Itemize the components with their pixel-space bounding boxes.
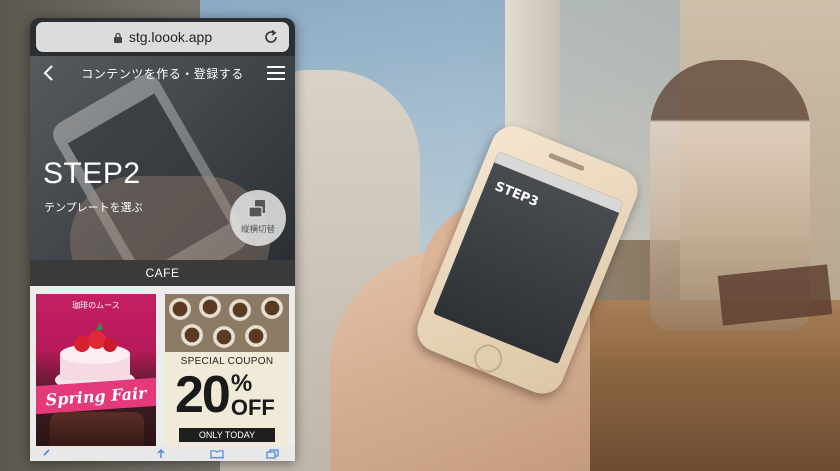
- category-header: CAFE: [30, 260, 295, 286]
- template-cafe-header: 珈琲のムース: [72, 301, 120, 310]
- lock-icon: [113, 32, 122, 43]
- coupon-footer: ONLY TODAY: [179, 428, 275, 442]
- template-grid: 珈琲のムース Spring Fair SPECIAL COUPON 20 % O…: [30, 286, 295, 450]
- menu-icon[interactable]: [267, 65, 285, 81]
- url-text: stg.loook.app: [128, 29, 213, 45]
- category-label: CAFE: [145, 266, 180, 280]
- coupon-discount: 20 % OFF: [175, 366, 275, 426]
- coffee-cups-photo: [165, 294, 289, 352]
- mobile-browser: stg.loook.app コンテンツを作る・登録する STEP2 テンプレート…: [30, 18, 295, 461]
- reload-icon[interactable]: [263, 29, 279, 45]
- template-card-cafe[interactable]: 珈琲のムース Spring Fair: [36, 294, 156, 450]
- coupon-percent: %: [230, 370, 253, 397]
- orientation-switch-button[interactable]: 縦横切替: [230, 190, 286, 246]
- step-title: STEP2: [43, 157, 141, 190]
- coupon-off: OFF: [230, 395, 275, 420]
- hero-section: コンテンツを作る・登録する STEP2 テンプレートを選ぶ 縦横切替: [30, 56, 295, 260]
- address-bar[interactable]: stg.loook.app: [36, 22, 289, 52]
- step-subtitle: テンプレートを選ぶ: [44, 201, 143, 214]
- spring-fair-text: Spring Fair: [44, 383, 148, 409]
- orientation-switch-icon: [248, 200, 265, 218]
- back-nav-icon[interactable]: [40, 449, 54, 459]
- share-icon[interactable]: [154, 449, 168, 459]
- top-nav: コンテンツを作る・登録する: [30, 56, 295, 90]
- pastry-illustration: [50, 412, 144, 450]
- orientation-switch-label: 縦横切替: [240, 225, 275, 235]
- tabs-icon[interactable]: [266, 449, 280, 459]
- nav-title: コンテンツを作る・登録する: [81, 67, 244, 81]
- browser-toolbar: [30, 446, 295, 461]
- template-card-coupon[interactable]: SPECIAL COUPON 20 % OFF ONLY TODAY: [165, 294, 289, 450]
- bookmarks-icon[interactable]: [210, 449, 224, 459]
- phone-speaker: [548, 152, 586, 172]
- coupon-number: 20: [175, 366, 231, 424]
